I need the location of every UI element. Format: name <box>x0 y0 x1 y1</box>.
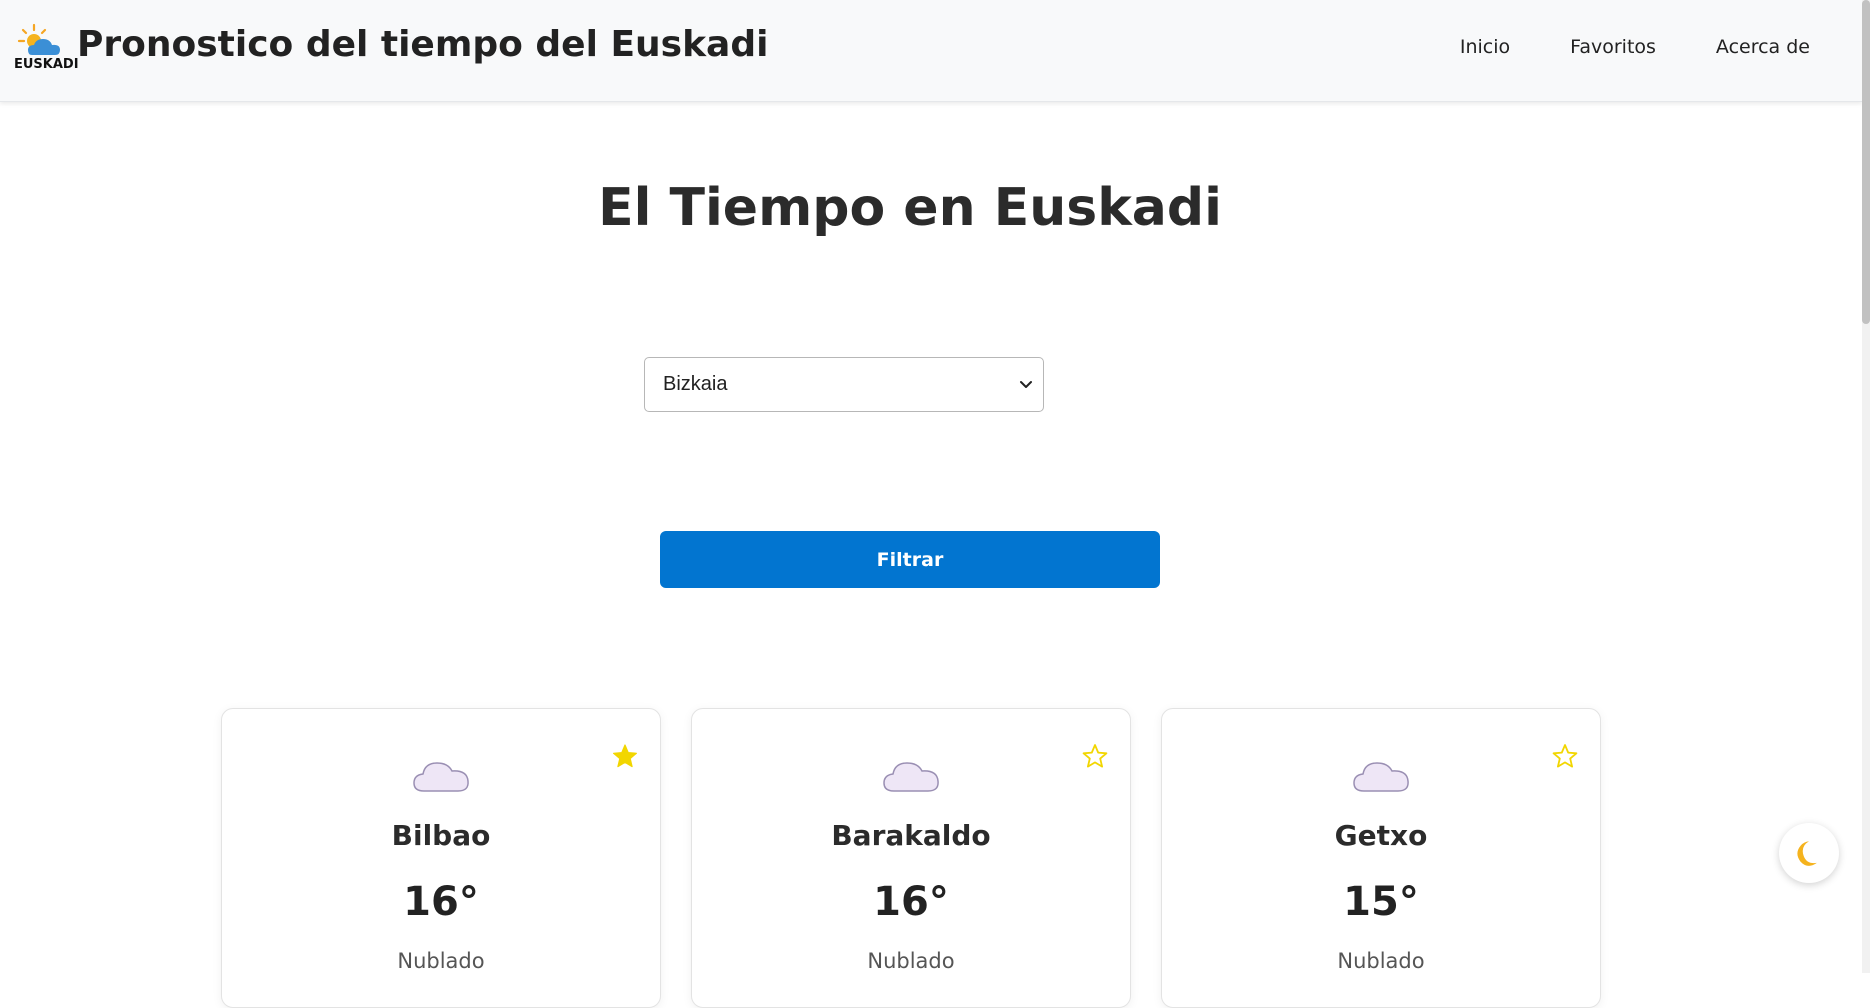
card-temperature: 15° <box>1343 879 1419 925</box>
logo-text: EUSKADI <box>14 57 79 72</box>
chevron-down-icon <box>1020 381 1032 388</box>
card-temperature: 16° <box>403 879 479 925</box>
sun-cloud-icon <box>17 23 60 55</box>
scrollbar-thumb[interactable] <box>1862 0 1870 324</box>
scrollbar[interactable] <box>1862 0 1870 973</box>
card-description: Nublado <box>867 949 955 973</box>
site-title[interactable]: Pronostico del tiempo del Euskadi <box>77 24 768 65</box>
filter-button[interactable]: Filtrar <box>660 531 1160 588</box>
card-temperature: 16° <box>873 879 949 925</box>
nav-acerca-de[interactable]: Acerca de <box>1716 36 1810 58</box>
weather-card[interactable]: Getxo 15° Nublado <box>1161 708 1601 1008</box>
nav-favoritos[interactable]: Favoritos <box>1570 36 1656 58</box>
page-title: El Tiempo en Euskadi <box>598 178 1222 238</box>
card-description: Nublado <box>397 949 485 973</box>
nav-inicio[interactable]: Inicio <box>1460 36 1510 58</box>
card-description: Nublado <box>1337 949 1425 973</box>
favorite-star-icon[interactable] <box>612 743 638 769</box>
navbar: EUSKADI Pronostico del tiempo del Euskad… <box>0 0 1862 102</box>
province-select[interactable]: Bizkaia <box>644 357 1044 412</box>
weather-card[interactable]: Barakaldo 16° Nublado <box>691 708 1131 1008</box>
cloud-icon <box>883 762 939 792</box>
moon-icon <box>1797 841 1817 866</box>
cloud-icon <box>1353 762 1409 792</box>
card-city: Getxo <box>1334 819 1428 852</box>
weather-card[interactable]: Bilbao 16° Nublado <box>221 708 661 1008</box>
card-city: Barakaldo <box>831 819 991 852</box>
theme-toggle-button[interactable] <box>1779 823 1839 883</box>
nav-links: Inicio Favoritos Acerca de <box>1400 36 1810 58</box>
cloud-icon <box>413 762 469 792</box>
favorite-star-icon[interactable] <box>1082 743 1108 769</box>
province-select-value: Bizkaia <box>663 373 728 395</box>
card-city: Bilbao <box>391 819 491 852</box>
favorite-star-icon[interactable] <box>1552 743 1578 769</box>
euskadi-logo[interactable]: EUSKADI <box>14 22 79 74</box>
